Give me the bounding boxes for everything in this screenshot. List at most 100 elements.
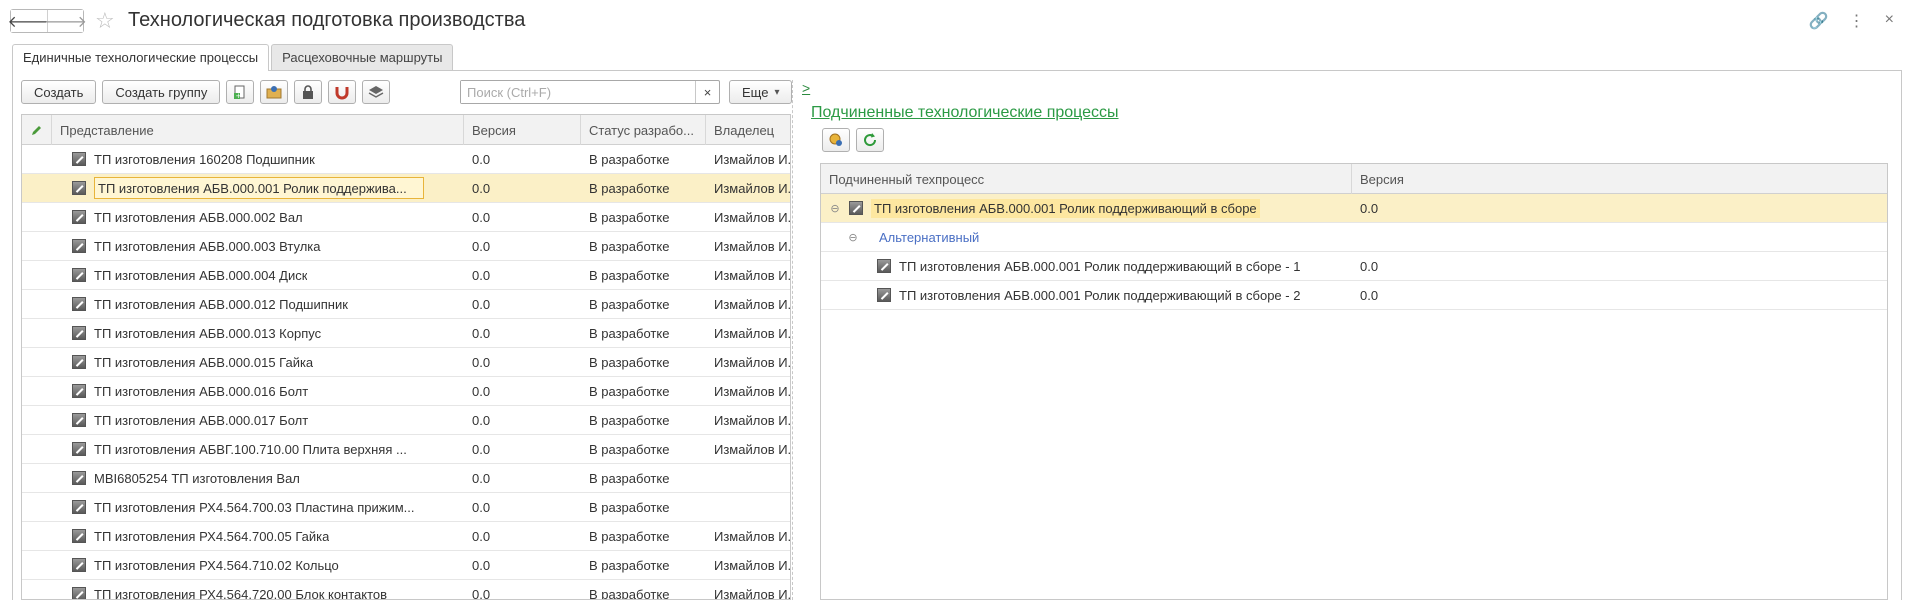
table-row[interactable]: ТП изготовления АБВ.000.002 Вал 0.0 В разр…	[22, 203, 790, 232]
table-row[interactable]: ТП изготовления АБВ.000.004 Диск 0.0 В раз…	[22, 261, 790, 290]
cell-owner: Измайлов И.А.	[714, 557, 791, 573]
cell-owner: Измайлов И.А.	[714, 528, 791, 544]
table-row[interactable]: ТП изготовления АБВ.000.001 Ролик поддер…	[22, 174, 790, 203]
lock-button[interactable]	[294, 80, 323, 104]
table-row[interactable]: ТП изготовления РХ4.564.710.02 Кольцо 0.0…	[22, 551, 791, 580]
list-header: Представление Версия Статус разрабо... В…	[22, 115, 790, 145]
panel-splitter[interactable]	[792, 80, 793, 600]
table-row[interactable]: ТП изготовления АБВ.000.016 Болт 0.0 В раз…	[22, 377, 790, 406]
layers-button[interactable]	[362, 80, 391, 104]
table-row[interactable]: ТП изготовления АБВ.000.015 Гайка 0.0 В ра…	[22, 348, 790, 377]
cell-representation: ТП изготовления АБВ.000.003 Втулка	[52, 232, 464, 260]
table-row[interactable]: ТП изготовления АБВГ.100.710.00 Плита ве…	[22, 435, 790, 464]
search-input[interactable]	[461, 81, 691, 103]
process-name: ТП изготовления АБВ.000.001 Ролик поддер…	[899, 258, 1301, 274]
tree-group-row[interactable]: ⊖ Альтернативный	[821, 223, 1887, 252]
close-icon[interactable]: ×	[1885, 11, 1894, 31]
expand-panel-link[interactable]: >	[802, 80, 810, 96]
back-button[interactable]: 🡐	[8, 10, 50, 32]
svg-text:+: +	[236, 92, 242, 100]
table-row[interactable]: ТП изготовления АБВ.000.012 Подшипник 0.0…	[22, 290, 790, 319]
table-row[interactable]: ТП изготовления АБВ.000.003 Втулка 0.0 В р…	[22, 232, 791, 261]
cell-representation: ТП изготовления АБВ.000.013 Корпус	[52, 319, 464, 347]
column-header-representation[interactable]: Представление	[52, 115, 464, 145]
table-row[interactable]: МВІ6805254 ТП изготовления Вал 0.0 В разра…	[22, 464, 790, 493]
copy-button[interactable]: +	[226, 80, 255, 104]
cell-representation: ТП изготовления АБВ.000.012 Подшипник	[52, 290, 464, 318]
row-name: ТП изготовления РХ4.564.700.05 Гайка	[94, 528, 330, 544]
row-marker	[22, 290, 52, 318]
row-marker	[22, 348, 52, 376]
cell-version: 0.0	[472, 383, 491, 399]
more-button[interactable]: Еще ▾	[729, 80, 793, 104]
row-name: ТП изготовления АБВ.000.002 Вал	[94, 209, 303, 225]
edit-column-header[interactable]	[22, 115, 52, 145]
column-header-subordinate-version[interactable]: Версия	[1352, 164, 1887, 194]
process-document-icon	[72, 268, 86, 282]
copy-document-icon: +	[234, 85, 245, 100]
cell-representation: ТП изготовления РХ4.564.720.00 Блок конт…	[52, 580, 464, 599]
pick-button[interactable]	[822, 128, 850, 152]
process-document-icon	[72, 297, 86, 311]
create-button[interactable]: Создать	[21, 80, 97, 104]
cell-status: В разработке	[589, 151, 670, 167]
focused-cell[interactable]: ТП изготовления АБВ.000.001 Ролик поддер…	[94, 177, 424, 199]
process-document-icon	[72, 355, 86, 369]
pick-process-icon	[829, 133, 842, 146]
table-row[interactable]: ТП изготовления 160208 Подшипник 0.0 В раз…	[22, 145, 790, 174]
process-document-icon	[72, 471, 86, 485]
row-marker	[22, 261, 52, 289]
kebab-icon[interactable]: ⋮	[1849, 11, 1865, 31]
row-name: ТП изготовления 160208 Подшипник	[94, 151, 315, 167]
table-row[interactable]: ТП изготовления АБВ.000.013 Корпус 0.0 В р…	[22, 319, 790, 348]
magnet-button[interactable]	[328, 80, 357, 104]
subordinate-processes-link[interactable]: Подчиненные технологические процессы	[811, 104, 1119, 122]
cell-owner	[706, 464, 790, 492]
table-row[interactable]: ТП изготовления РХ4.564.700.05 Гайка 0.0 В…	[22, 522, 791, 551]
process-document-icon	[72, 239, 86, 253]
process-list[interactable]: Представление Версия Статус разрабо... В…	[21, 114, 791, 600]
link-icon[interactable]: 🔗	[1809, 11, 1829, 31]
navigation-group: 🡐 🡒	[8, 9, 87, 33]
tree-row[interactable]: ⊖ ТП изготовления АБВ.000.001 Ролик подде…	[821, 194, 1887, 223]
table-row[interactable]: ТП изготовления АБВ.000.017 Болт 0.0 В раз…	[22, 406, 790, 435]
cell-status: В разработке	[589, 557, 670, 573]
column-header-owner[interactable]: Владелец	[706, 115, 790, 145]
window-actions: 🔗 ⋮ ×	[1809, 11, 1894, 31]
cell-owner: Измайлов И.А.	[714, 238, 791, 254]
subordinate-processes-tree[interactable]: Подчиненный техпроцесс Версия ⊖ ТП изгото…	[820, 163, 1888, 600]
cell-version: 0.0	[472, 354, 491, 370]
collapse-toggle-icon[interactable]: ⊖	[847, 231, 859, 244]
cell-owner: Измайлов И.А.	[714, 586, 791, 600]
table-row[interactable]: ТП изготовления РХ4.564.700.03 Пластина …	[22, 493, 790, 522]
star-icon[interactable]: ☆	[95, 8, 115, 34]
row-name: ТП изготовления АБВ.000.016 Болт	[94, 383, 309, 399]
tab-single-processes[interactable]: Единичные технологические процессы	[12, 44, 270, 71]
tree-row[interactable]: ТП изготовления АБВ.000.001 Ролик поддер…	[821, 281, 1887, 310]
column-header-status[interactable]: Статус разрабо...	[581, 115, 706, 145]
cell-subordinate-version: 0.0	[1360, 258, 1379, 274]
process-document-icon	[72, 210, 86, 224]
column-header-subordinate-process[interactable]: Подчиненный техпроцесс	[821, 164, 1352, 194]
tab-routing[interactable]: Расцеховочные маршруты	[271, 44, 454, 70]
clear-search-button[interactable]: ×	[695, 81, 719, 103]
cell-status: В разработке	[589, 441, 670, 457]
collapse-toggle-icon[interactable]: ⊖	[829, 202, 841, 215]
row-name: ТП изготовления АБВ.000.001 Ролик поддер…	[98, 180, 407, 196]
refresh-button[interactable]	[856, 128, 884, 152]
assign-user-button[interactable]	[260, 80, 289, 104]
create-group-button[interactable]: Создать группу	[102, 80, 221, 104]
forward-button[interactable]: 🡒	[44, 10, 87, 32]
tree-row[interactable]: ТП изготовления АБВ.000.001 Ролик поддер…	[821, 252, 1887, 281]
row-marker	[22, 435, 52, 463]
cell-representation: ТП изготовления РХ4.564.710.02 Кольцо	[52, 551, 464, 579]
cell-version: 0.0	[472, 441, 491, 457]
column-header-version[interactable]: Версия	[464, 115, 581, 145]
cell-status: В разработке	[589, 296, 670, 312]
cell-owner	[706, 493, 790, 521]
search-field: ×	[460, 80, 720, 104]
page-title: Технологическая подготовка производства	[128, 9, 526, 31]
tree-header: Подчиненный техпроцесс Версия	[821, 164, 1887, 194]
cell-status: В разработке	[589, 383, 670, 399]
table-row[interactable]: ТП изготовления РХ4.564.720.00 Блок конт…	[22, 580, 791, 600]
